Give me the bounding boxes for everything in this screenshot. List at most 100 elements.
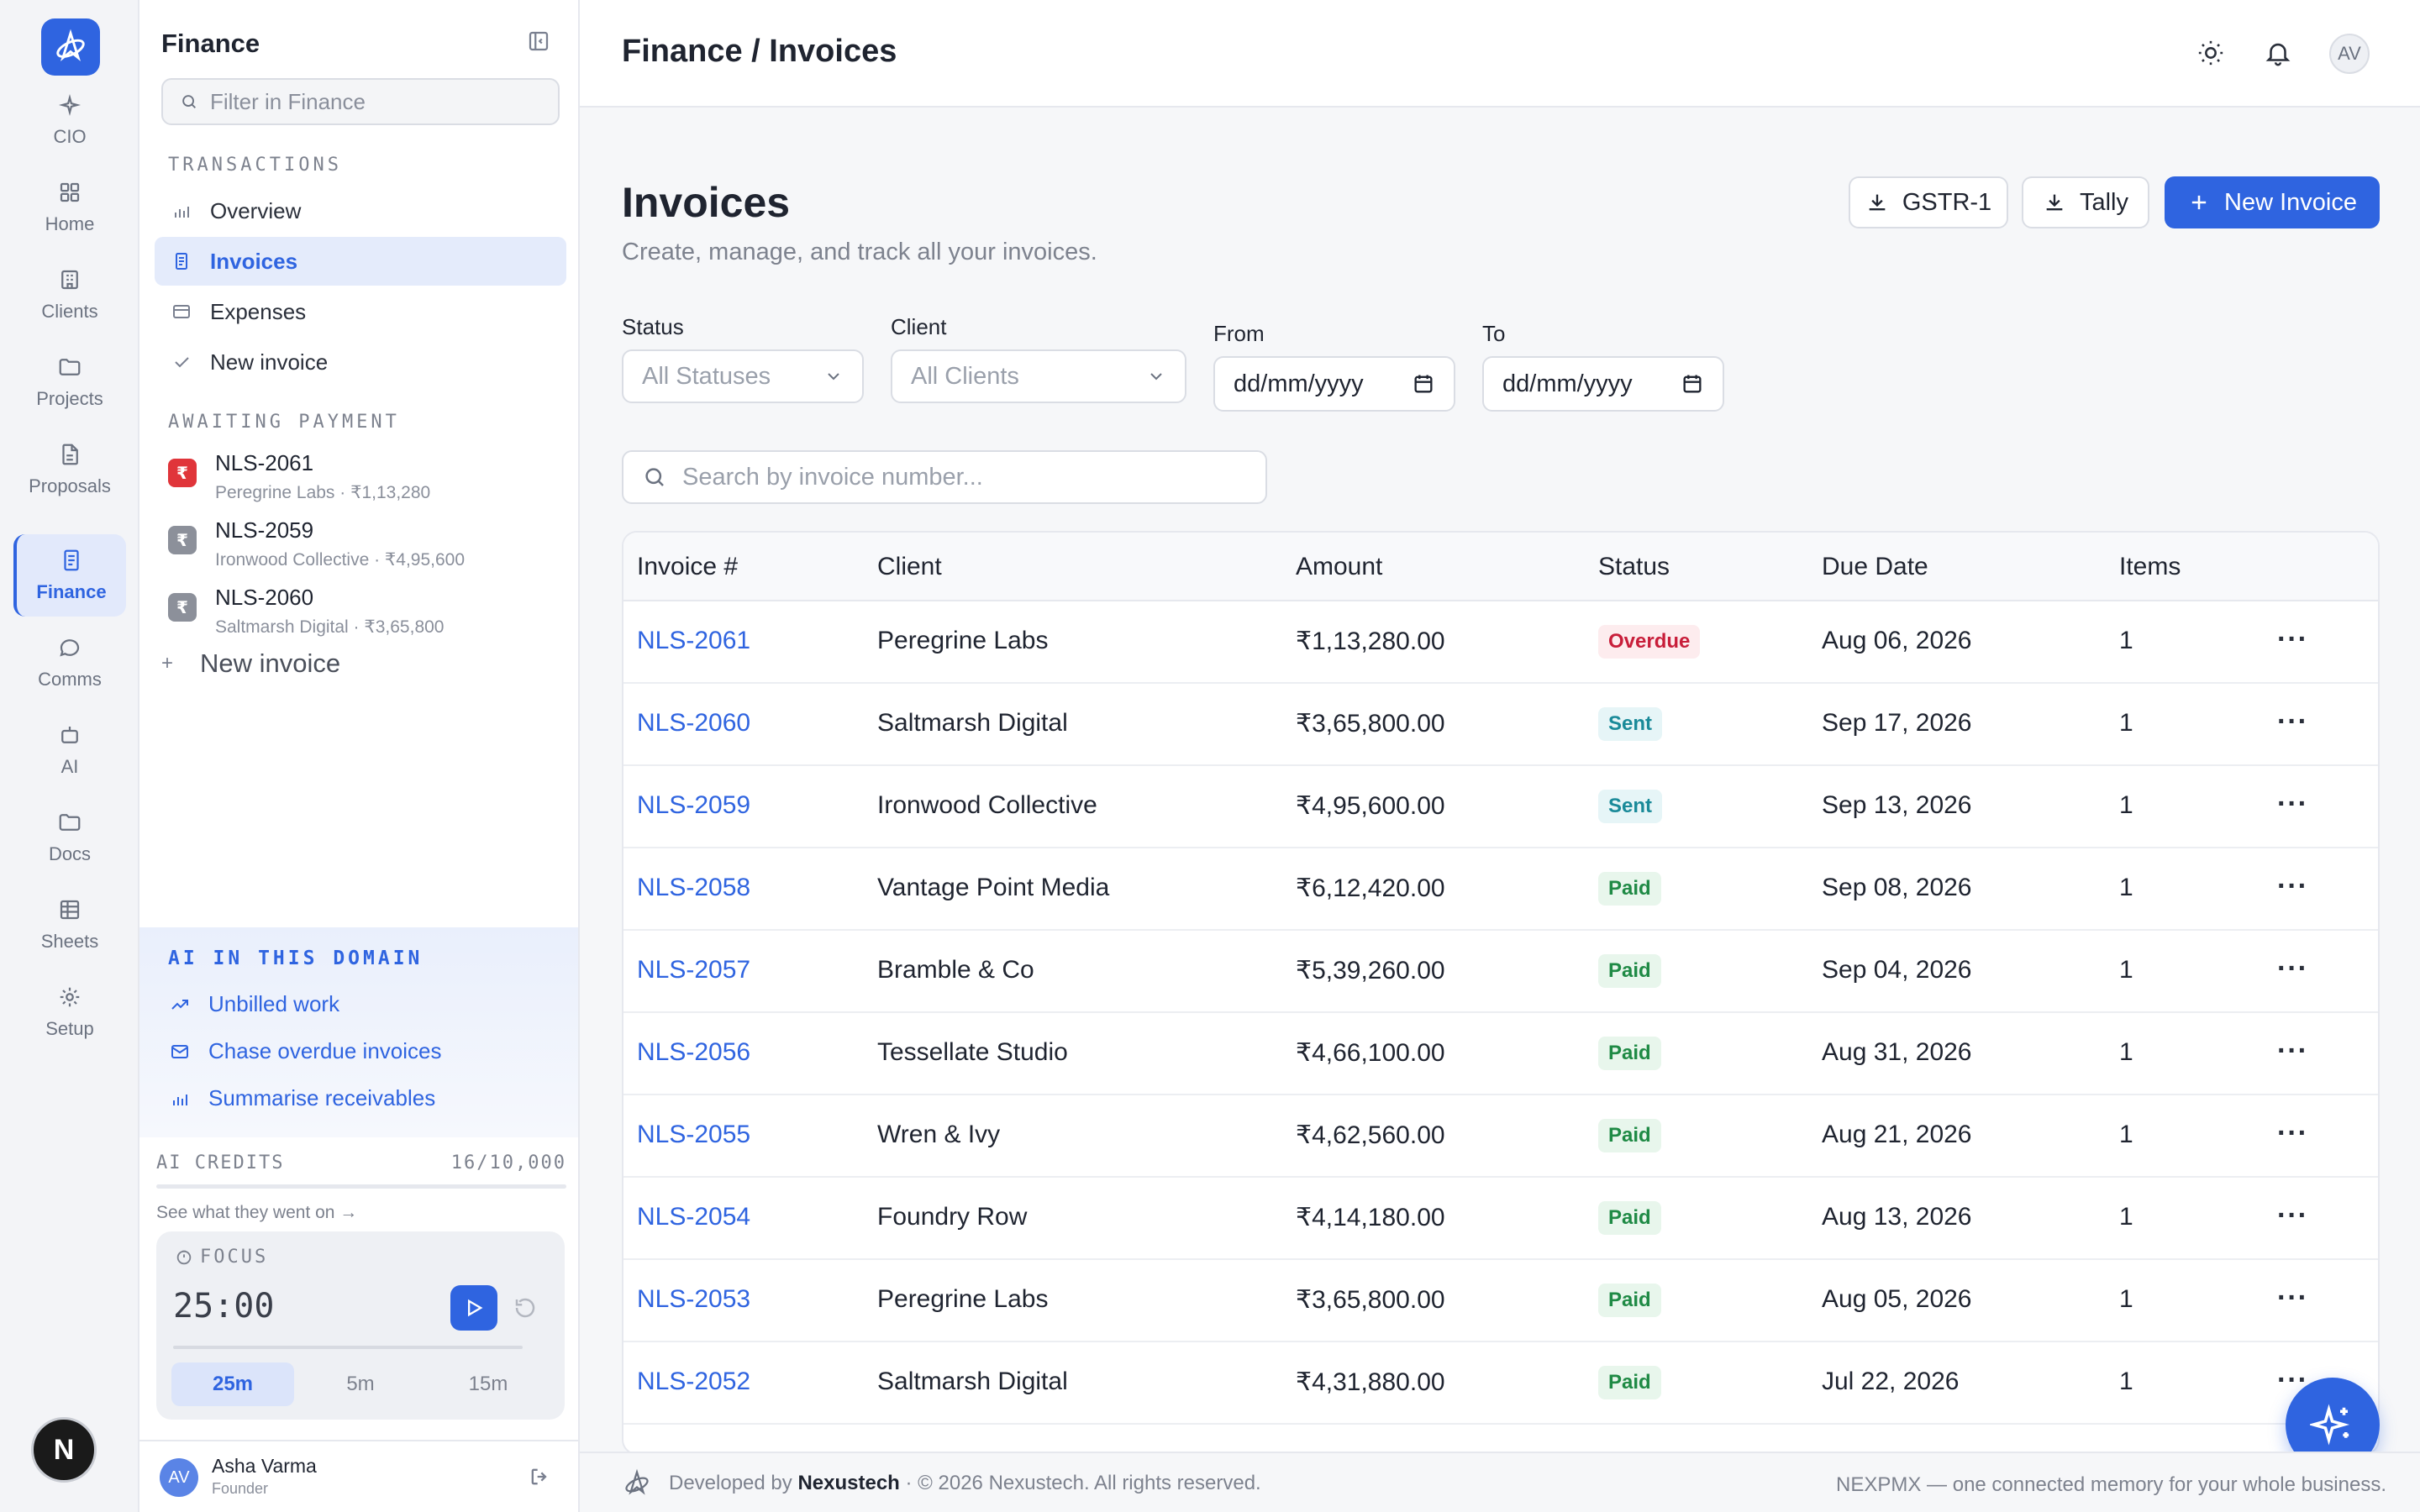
client-cell: Saltmarsh Digital [877,709,1068,737]
invoice-number-link[interactable]: NLS-2057 [637,956,750,984]
invoice-number-link[interactable]: NLS-2061 [637,627,750,655]
page-title: Invoices [622,179,791,226]
rail-item-setup[interactable]: Setup [13,971,126,1053]
rail-item-ai[interactable]: AI [13,709,126,791]
export-tally-button[interactable]: Tally [2022,176,2149,228]
rupee-icon: ₹ [168,593,197,622]
table-row[interactable]: NLS-2060 Saltmarsh Digital ₹3,65,800.00 Sen… [623,684,2378,766]
invoice-number-link[interactable]: NLS-2060 [637,709,750,738]
rail-item-proposals[interactable]: Proposals [13,428,126,511]
table-row[interactable]: NLS-2057 Bramble & Co ₹5,39,260.00 Paid Sep … [623,931,2378,1013]
ai-credits-link[interactable]: See what they went on → [156,1203,357,1223]
invoice-number-link[interactable]: NLS-2056 [637,1038,750,1067]
ai-item-summarise[interactable]: Summarise receivables [170,1085,435,1111]
ai-item-unbilled[interactable]: Unbilled work [170,991,339,1017]
table-row[interactable]: NLS-2054 Foundry Row ₹4,14,180.00 Paid Aug 1… [623,1178,2378,1260]
table-row[interactable]: NLS-2058 Vantage Point Media ₹6,12,420.00 P… [623,848,2378,931]
panel-filter-input[interactable] [210,88,546,115]
new-invoice-label: New invoice [200,648,341,678]
ai-item-chase-overdue[interactable]: Chase overdue invoices [170,1038,442,1064]
nav-item-expenses[interactable]: Expenses [155,287,566,336]
status-badge: Paid [1598,1284,1661,1317]
rail-item-docs[interactable]: Docs [13,796,126,879]
awaiting-id: NLS-2060 [215,585,314,610]
workspace-avatar[interactable]: N [31,1417,97,1483]
rail-item-projects[interactable]: Projects [13,341,126,423]
user-role: Founder [212,1480,269,1497]
awaiting-item[interactable]: ₹ NLS-2059 Ironwood Collective · ₹4,95,6… [168,517,563,576]
plus-icon: + [160,652,173,675]
awaiting-item[interactable]: ₹ NLS-2060 Saltmarsh Digital · ₹3,65,800 [168,585,563,643]
rail-item-sheets[interactable]: Sheets [13,884,126,966]
panel-title: Finance [161,29,260,58]
awaiting-item[interactable]: ₹ NLS-2061 Peregrine Labs · ₹1,13,280 [168,450,563,509]
table-row[interactable]: NLS-2059 Ironwood Collective ₹4,95,600.00 S… [623,766,2378,848]
rail-item-cio[interactable]: CIO [13,79,126,161]
new-invoice-link[interactable]: + New invoice [156,648,340,679]
column-header[interactable]: Due Date [1822,553,1928,581]
more-options-icon[interactable]: ··· [2277,625,2308,654]
focus-option-5m[interactable]: 5m [299,1362,422,1406]
more-options-icon[interactable]: ··· [2277,790,2308,818]
more-options-icon[interactable]: ··· [2277,1284,2308,1312]
sparkle-icon [58,93,82,117]
more-options-icon[interactable]: ··· [2277,707,2308,736]
table-row[interactable]: NLS-2052 Saltmarsh Digital ₹4,31,880.00 Pai… [623,1342,2378,1425]
table-row[interactable]: NLS-2061 Peregrine Labs ₹1,13,280.00 Overdu… [623,601,2378,684]
rail-item-clients[interactable]: Clients [13,254,126,336]
focus-option-25m[interactable]: 25m [171,1362,294,1406]
ai-domain-box: AI IN THIS DOMAIN Unbilled work Chase ov… [139,927,578,1137]
status-select[interactable]: All Statuses [622,349,864,403]
invoice-number-link[interactable]: NLS-2059 [637,791,750,820]
bell-icon[interactable] [2264,39,2292,67]
client-cell: Ironwood Collective [877,791,1097,819]
more-options-icon[interactable]: ··· [2277,872,2308,900]
invoice-number-link[interactable]: NLS-2058 [637,874,750,902]
logout-icon[interactable] [528,1465,551,1488]
reset-icon[interactable] [513,1295,538,1320]
client-select[interactable]: All Clients [891,349,1186,403]
more-options-icon[interactable]: ··· [2277,1037,2308,1065]
rail-item-finance[interactable]: Finance [13,534,126,617]
to-date-input[interactable]: dd/mm/yyyy [1482,356,1724,412]
rupee-icon: ₹ [168,459,197,487]
plus-icon [2191,195,2207,210]
user-profile[interactable]: AV Asha Varma Founder [139,1440,578,1512]
focus-time: 25:00 [173,1287,275,1326]
avatar[interactable]: AV [2329,34,2370,74]
column-header[interactable]: Amount [1296,553,1382,581]
export-gstr1-button[interactable]: GSTR-1 [1849,176,2008,228]
focus-play-button[interactable] [450,1285,497,1331]
sun-icon[interactable] [2196,39,2225,67]
column-header[interactable]: Invoice # [637,553,738,581]
invoice-number-link[interactable]: NLS-2052 [637,1368,750,1396]
breadcrumb: Finance / Invoices [622,34,897,69]
rail-item-comms[interactable]: Comms [13,622,126,704]
more-options-icon[interactable]: ··· [2277,954,2308,983]
footer-brand[interactable]: Nexustech [797,1472,899,1494]
table-row[interactable]: NLS-2053 Peregrine Labs ₹3,65,800.00 Paid Au… [623,1260,2378,1342]
sidebar-collapse-icon[interactable] [526,29,551,54]
nav-item-new-invoice[interactable]: New invoice [155,338,566,386]
column-header[interactable]: Items [2119,553,2181,581]
new-invoice-button[interactable]: New Invoice [2165,176,2380,228]
status-badge: Overdue [1598,625,1701,659]
invoice-number-link[interactable]: NLS-2055 [637,1121,750,1149]
more-options-icon[interactable]: ··· [2277,1201,2308,1230]
nav-item-invoices[interactable]: Invoices [155,237,566,286]
from-date-input[interactable]: dd/mm/yyyy [1213,356,1455,412]
column-header[interactable]: Client [877,553,942,581]
items-cell: 1 [2119,1038,2133,1066]
more-options-icon[interactable]: ··· [2277,1119,2308,1147]
column-header[interactable]: Status [1598,553,1670,581]
invoice-number-link[interactable]: NLS-2054 [637,1203,750,1231]
table-row[interactable]: NLS-2055 Wren & Ivy ₹4,62,560.00 Paid Aug 21… [623,1095,2378,1178]
table-row[interactable]: NLS-2056 Tessellate Studio ₹4,66,100.00 Pai… [623,1013,2378,1095]
invoice-search-input[interactable] [682,463,1254,491]
nav-item-overview[interactable]: Overview [155,186,566,235]
rail-item-home[interactable]: Home [13,166,126,249]
focus-option-15m[interactable]: 15m [427,1362,550,1406]
app-logo[interactable] [41,18,100,76]
invoice-number-link[interactable]: NLS-2053 [637,1285,750,1314]
top-bar: Finance / Invoices AV [580,0,2420,108]
